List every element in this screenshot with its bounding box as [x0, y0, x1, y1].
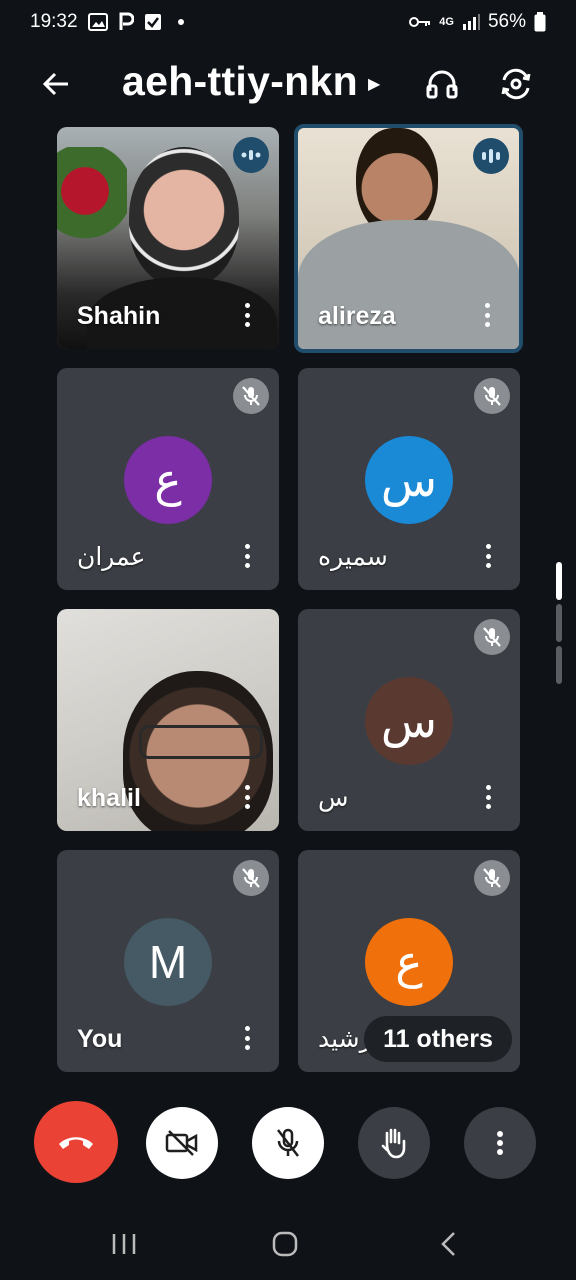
participant-more-options-button[interactable]	[237, 1024, 257, 1052]
mic-off-icon	[277, 1128, 299, 1157]
call-end-icon	[59, 1137, 93, 1149]
end-call-button[interactable]	[34, 1101, 118, 1183]
participant-name: khalil	[77, 784, 141, 812]
p-app-notification-icon	[118, 12, 134, 32]
participant-avatar: ع	[124, 436, 212, 524]
speaking-indicator-icon	[473, 138, 509, 174]
switch-camera-button[interactable]	[494, 62, 538, 106]
participant-tile-seen[interactable]: س س	[298, 609, 520, 831]
arrow-back-icon	[42, 72, 68, 96]
participant-tile-alireza[interactable]: alireza	[294, 124, 523, 353]
participant-avatar: س	[365, 436, 453, 524]
mic-off-icon	[233, 378, 269, 414]
signal-strength-icon	[462, 14, 480, 30]
back-button[interactable]	[36, 64, 76, 104]
participant-tile-samira[interactable]: س سميره	[298, 368, 520, 590]
participant-name: سميره	[318, 543, 388, 571]
meeting-code-title[interactable]: aeh-ttiy-nkn ▶	[122, 58, 381, 105]
participant-more-options-button[interactable]	[478, 542, 498, 570]
vpn-key-icon	[409, 15, 431, 29]
network-type-icon: 4G	[439, 16, 454, 28]
participant-more-options-button[interactable]	[237, 301, 257, 329]
participant-more-options-button[interactable]	[478, 783, 498, 811]
speaking-indicator-icon	[233, 137, 269, 173]
audio-output-button[interactable]	[420, 62, 464, 106]
participant-name: س	[318, 784, 349, 812]
microphone-toggle-button[interactable]	[252, 1107, 324, 1179]
headphones-icon	[426, 70, 458, 99]
participant-avatar: س	[365, 677, 453, 765]
participant-more-options-button[interactable]	[477, 301, 497, 329]
participant-tile-shahin[interactable]: Shahin	[57, 127, 279, 349]
chevron-left-icon	[441, 1232, 455, 1256]
participant-name: عمران	[77, 543, 146, 571]
participant-more-options-button[interactable]	[237, 783, 257, 811]
caret-right-icon: ▶	[367, 75, 381, 93]
more-notifications-dot-icon	[177, 19, 184, 25]
home-button[interactable]	[265, 1226, 305, 1262]
camera-toggle-button[interactable]	[146, 1107, 218, 1179]
home-icon	[272, 1231, 298, 1257]
mic-off-icon	[233, 860, 269, 896]
more-options-button[interactable]	[464, 1107, 536, 1179]
participant-tile-you[interactable]: M You	[57, 850, 279, 1072]
meeting-top-bar: aeh-ttiy-nkn ▶	[0, 52, 576, 112]
participant-tile-khalil[interactable]: khalil	[57, 609, 279, 831]
recent-apps-icon	[112, 1234, 136, 1254]
raise-hand-icon	[381, 1128, 406, 1159]
mic-off-icon	[474, 378, 510, 414]
recent-apps-button[interactable]	[104, 1226, 144, 1262]
participant-avatar: M	[124, 918, 212, 1006]
mic-off-icon	[474, 860, 510, 896]
participant-name: Shahin	[77, 302, 161, 330]
back-nav-button[interactable]	[428, 1226, 468, 1262]
status-time: 19:32	[30, 11, 78, 32]
status-bar: 19:32 4G 56%	[0, 0, 576, 44]
participant-avatar: ع	[365, 918, 453, 1006]
mic-off-icon	[474, 619, 510, 655]
switch-camera-icon	[501, 68, 531, 100]
battery-icon	[534, 12, 546, 32]
meeting-code-text: aeh-ttiy-nkn	[122, 58, 358, 104]
checkbox-notification-icon	[144, 13, 162, 31]
meet-call-screen: 19:32 4G 56% aeh-ttiy-nkn ▶ Shahin alire…	[0, 0, 576, 1280]
others-participants-chip[interactable]: 11 others	[364, 1016, 512, 1062]
videocam-off-icon	[165, 1130, 198, 1156]
battery-percentage: 56%	[487, 11, 526, 32]
participant-more-options-button[interactable]	[237, 542, 257, 570]
participant-name: You	[77, 1025, 123, 1053]
raise-hand-button[interactable]	[358, 1107, 430, 1179]
more-vert-icon	[497, 1131, 503, 1155]
participant-tile-imran[interactable]: ع عمران	[57, 368, 279, 590]
participant-name: alireza	[318, 302, 396, 330]
gallery-notification-icon	[87, 12, 108, 32]
